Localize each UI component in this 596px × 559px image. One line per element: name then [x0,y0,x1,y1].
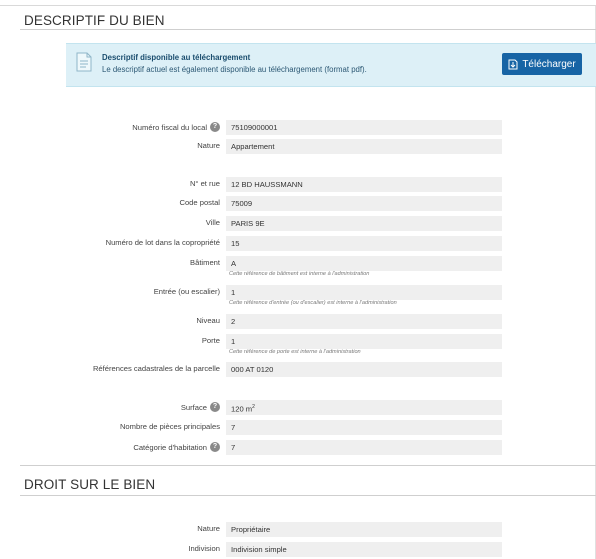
help-icon[interactable]: ? [210,402,220,412]
field-label: Surface? [181,402,220,412]
code-postal-value: 75009 [226,196,502,211]
indivision-value: Indivision simple [226,542,502,557]
references-cadastrales-label: Références cadastrales de la parcelle [92,364,220,373]
surface-unit-exponent: 2 [252,404,255,410]
download-icon [508,59,518,69]
numero-lot-value: 15 [226,236,502,251]
row-rue: N° et rue 12 BD HAUSSMANN [0,177,596,192]
field-label: Numéro fiscal du local? [132,122,220,132]
entree-note: Cette référence d'entrée (ou d'escalier)… [229,300,397,306]
pieces-value: 7 [226,420,502,435]
download-info-box: Descriptif disponible au téléchargement … [66,43,596,87]
droit-nature-value: Propriétaire [226,522,502,537]
row-references-cadastrales: Références cadastrales de la parcelle 00… [0,362,596,377]
rue-value: 12 BD HAUSSMANN [226,177,502,192]
section-title-droit: DROIT SUR LE BIEN [24,477,156,492]
rue-label: N° et rue [189,179,220,188]
categorie-value: 7 [226,440,502,455]
row-droit-nature: Nature Propriétaire [0,522,596,537]
numero-lot-label: Numéro de lot dans la copropriété [105,238,220,247]
section-divider [20,465,596,466]
nature-label: Nature [197,141,220,150]
row-numero-lot: Numéro de lot dans la copropriété 15 [0,236,596,251]
batiment-label: Bâtiment [190,258,220,267]
niveau-label: Niveau [196,316,220,325]
ville-label: Ville [205,218,220,227]
download-button-label: Télécharger [522,58,576,70]
section-title-descriptif: DESCRIPTIF DU BIEN [24,13,165,28]
ville-value: PARIS 9E [226,216,502,231]
row-numero-fiscal: Numéro fiscal du local? 75109000001 [0,120,596,135]
row-surface: Surface? 120 m2 [0,400,596,415]
indivision-label: Indivision [188,544,220,553]
row-indivision: Indivision Indivision simple [0,542,596,557]
porte-note: Cette référence de porte est interne à l… [229,349,361,355]
pieces-label: Nombre de pièces principales [119,422,220,431]
entree-label: Entrée (ou escalier) [153,287,220,296]
categorie-label: Catégorie d'habitation [133,442,207,452]
download-box-description: Le descriptif actuel est également dispo… [102,65,367,74]
section-divider [20,29,596,30]
help-icon[interactable]: ? [210,122,220,132]
batiment-value: A [226,256,502,271]
entree-value: 1 [226,285,502,300]
numero-fiscal-value: 75109000001 [226,120,502,135]
batiment-note: Cette référence de bâtiment est interne … [229,271,370,277]
row-nature: Nature Appartement [0,139,596,154]
droit-nature-label: Nature [197,524,220,533]
download-button[interactable]: Télécharger [502,53,582,75]
row-porte: Porte 1 [0,334,596,349]
niveau-value: 2 [226,314,502,329]
field-label: Catégorie d'habitation? [133,442,220,452]
references-cadastrales-value: 000 AT 0120 [226,362,502,377]
row-code-postal: Code postal 75009 [0,196,596,211]
row-categorie: Catégorie d'habitation? 7 [0,440,596,455]
row-ville: Ville PARIS 9E [0,216,596,231]
row-niveau: Niveau 2 [0,314,596,329]
download-box-title: Descriptif disponible au téléchargement [102,53,251,62]
row-pieces: Nombre de pièces principales 7 [0,420,596,435]
surface-label: Surface [180,402,207,412]
help-icon[interactable]: ? [210,442,220,452]
porte-label: Porte [201,336,220,345]
surface-value-text: 120 m [231,404,253,414]
row-batiment: Bâtiment A [0,256,596,271]
nature-value: Appartement [226,139,502,154]
porte-value: 1 [226,334,502,349]
document-icon [76,52,92,72]
surface-value: 120 m2 [226,400,502,415]
code-postal-label: Code postal [179,198,220,207]
row-entree: Entrée (ou escalier) 1 [0,285,596,300]
section-divider [20,495,596,496]
top-divider [0,5,596,6]
numero-fiscal-label: Numéro fiscal du local [132,122,207,132]
